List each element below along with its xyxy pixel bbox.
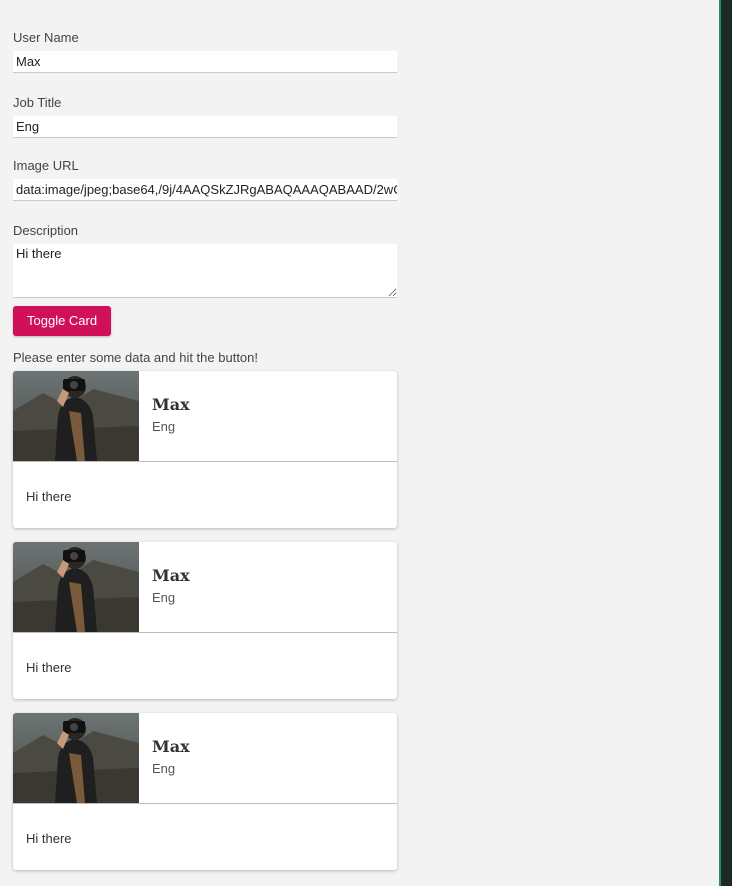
- card-info: Max Eng: [139, 713, 203, 803]
- description-field-group: Description Hi there: [13, 223, 397, 303]
- description-textarea[interactable]: Hi there: [13, 244, 397, 298]
- card-info: Max Eng: [139, 542, 203, 632]
- card-photo: [13, 371, 139, 461]
- photographer-image: [13, 376, 139, 461]
- card-name: Max: [152, 395, 190, 414]
- button-row: Toggle Card: [13, 306, 397, 336]
- card-info: Max Eng: [139, 371, 203, 461]
- imageurl-field-group: Image URL data:image/jpeg;base64,/9j/4AA…: [13, 158, 397, 201]
- imageurl-label: Image URL: [13, 158, 79, 173]
- jobtitle-field-group: Job Title Eng: [13, 95, 397, 138]
- username-input[interactable]: Max: [13, 51, 397, 73]
- window-edge: [719, 0, 732, 886]
- jobtitle-label: Job Title: [13, 95, 62, 110]
- username-label: User Name: [13, 30, 79, 45]
- card-description: Hi there: [26, 489, 72, 504]
- photographer-image: [13, 547, 139, 632]
- card-name: Max: [152, 566, 190, 585]
- page: User Name Max Job Title Eng Image URL da…: [0, 0, 732, 886]
- card-list: Max Eng Hi there Max Eng Hi there Max En…: [13, 371, 397, 884]
- card-photo: [13, 542, 139, 632]
- toggle-card-button[interactable]: Toggle Card: [13, 306, 112, 336]
- hint-text: Please enter some data and hit the butto…: [13, 350, 259, 365]
- description-label: Description: [13, 223, 79, 238]
- card-header: Max Eng: [13, 713, 397, 804]
- photographer-image: [13, 718, 139, 803]
- card-job-title: Eng: [152, 761, 176, 776]
- card-description: Hi there: [26, 660, 72, 675]
- card-header: Max Eng: [13, 542, 397, 633]
- card-header: Max Eng: [13, 371, 397, 462]
- imageurl-input[interactable]: data:image/jpeg;base64,/9j/4AAQSkZJRgABA…: [13, 179, 397, 201]
- user-card-form: User Name Max Job Title Eng Image URL da…: [13, 30, 397, 366]
- username-field-group: User Name Max: [13, 30, 397, 73]
- card-job-title: Eng: [152, 590, 176, 605]
- card-job-title: Eng: [152, 419, 176, 434]
- jobtitle-input[interactable]: Eng: [13, 116, 397, 138]
- user-card: Max Eng Hi there: [13, 371, 397, 528]
- user-card: Max Eng Hi there: [13, 542, 397, 699]
- user-card: Max Eng Hi there: [13, 713, 397, 870]
- card-photo: [13, 713, 139, 803]
- card-description: Hi there: [26, 831, 72, 846]
- card-name: Max: [152, 737, 190, 756]
